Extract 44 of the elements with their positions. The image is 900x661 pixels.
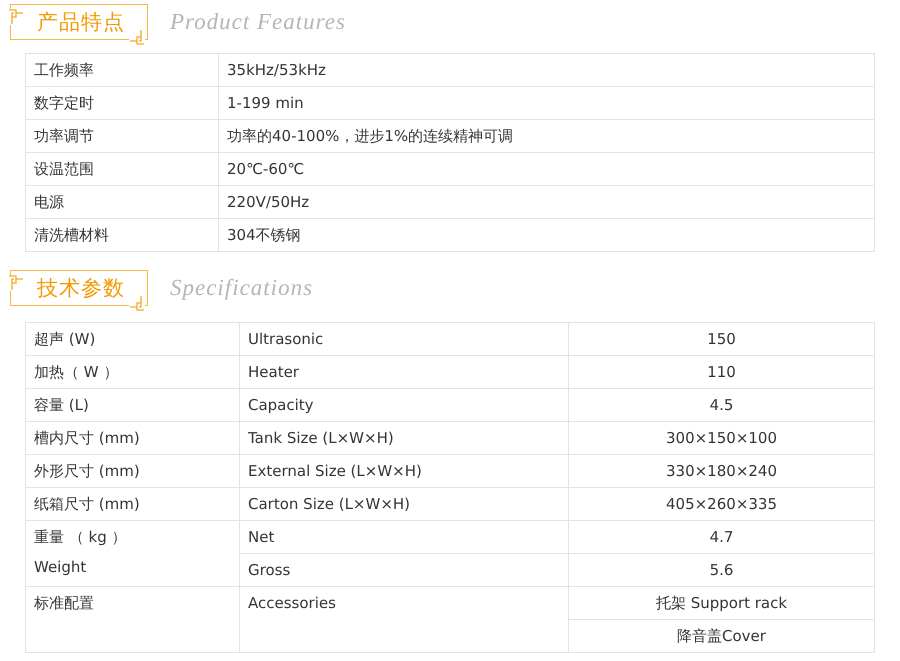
spec-name: Ultrasonic [240,322,568,356]
feature-value: 20℃-60℃ [218,152,874,186]
feature-value: 功率的40-100%，进步1%的连续精神可调 [218,120,874,152]
spec-name: External Size (L×W×H) [240,454,568,488]
spec-value: 4.7 [568,520,874,554]
spec-value: 4.5 [568,388,874,422]
spec-name: Capacity [240,388,568,422]
spec-label: 标准配置 [34,593,95,613]
spec-name: Accessories [240,586,568,652]
feature-value: 220V/50Hz [218,186,874,218]
feature-label: 功率调节 [26,120,218,152]
spec-value: 降音盖Cover [568,620,874,652]
feature-value: 1-199 min [218,86,874,120]
spec-value: 110 [568,356,874,388]
section-title: 产品特点 [37,9,125,36]
feature-label: 电源 [26,186,218,218]
section-title: 技术参数 [37,275,125,302]
spec-value: 300×150×100 [568,422,874,454]
spec-name: Gross [240,554,568,586]
spec-label: 超声 (W) [34,329,96,349]
section-subtitle: Product Features [170,9,346,35]
feature-label: 数字定时 [26,86,218,120]
spec-label: 加热（ W ） [34,362,120,382]
feature-value: 304不锈钢 [218,218,874,252]
spec-label: 纸箱尺寸 (mm) [34,494,141,514]
spec-label: 容量 (L) [34,395,90,415]
feature-label: 工作频率 [26,54,218,86]
spec-label: Weight [34,557,88,577]
spec-value: 405×260×335 [568,488,874,520]
spec-value: 托架 Support rack [568,586,874,620]
spec-name: Net [240,520,568,554]
spec-label: 槽内尺寸 (mm) [34,428,141,448]
spec-label: 重量 （ kg ） [34,527,128,547]
spec-name: Tank Size (L×W×H) [240,422,568,454]
spec-value: 330×180×240 [568,454,874,488]
spec-label: 外形尺寸 (mm) [34,461,141,481]
feature-value: 35kHz/53kHz [218,54,874,86]
feature-label: 设温范围 [26,152,218,186]
spec-value: 5.6 [568,554,874,586]
spec-name: Heater [240,356,568,388]
feature-label: 清洗槽材料 [26,218,218,252]
spec-name: Carton Size (L×W×H) [240,488,568,520]
spec-value: 150 [568,322,874,356]
section-subtitle: Specifications [170,275,314,301]
